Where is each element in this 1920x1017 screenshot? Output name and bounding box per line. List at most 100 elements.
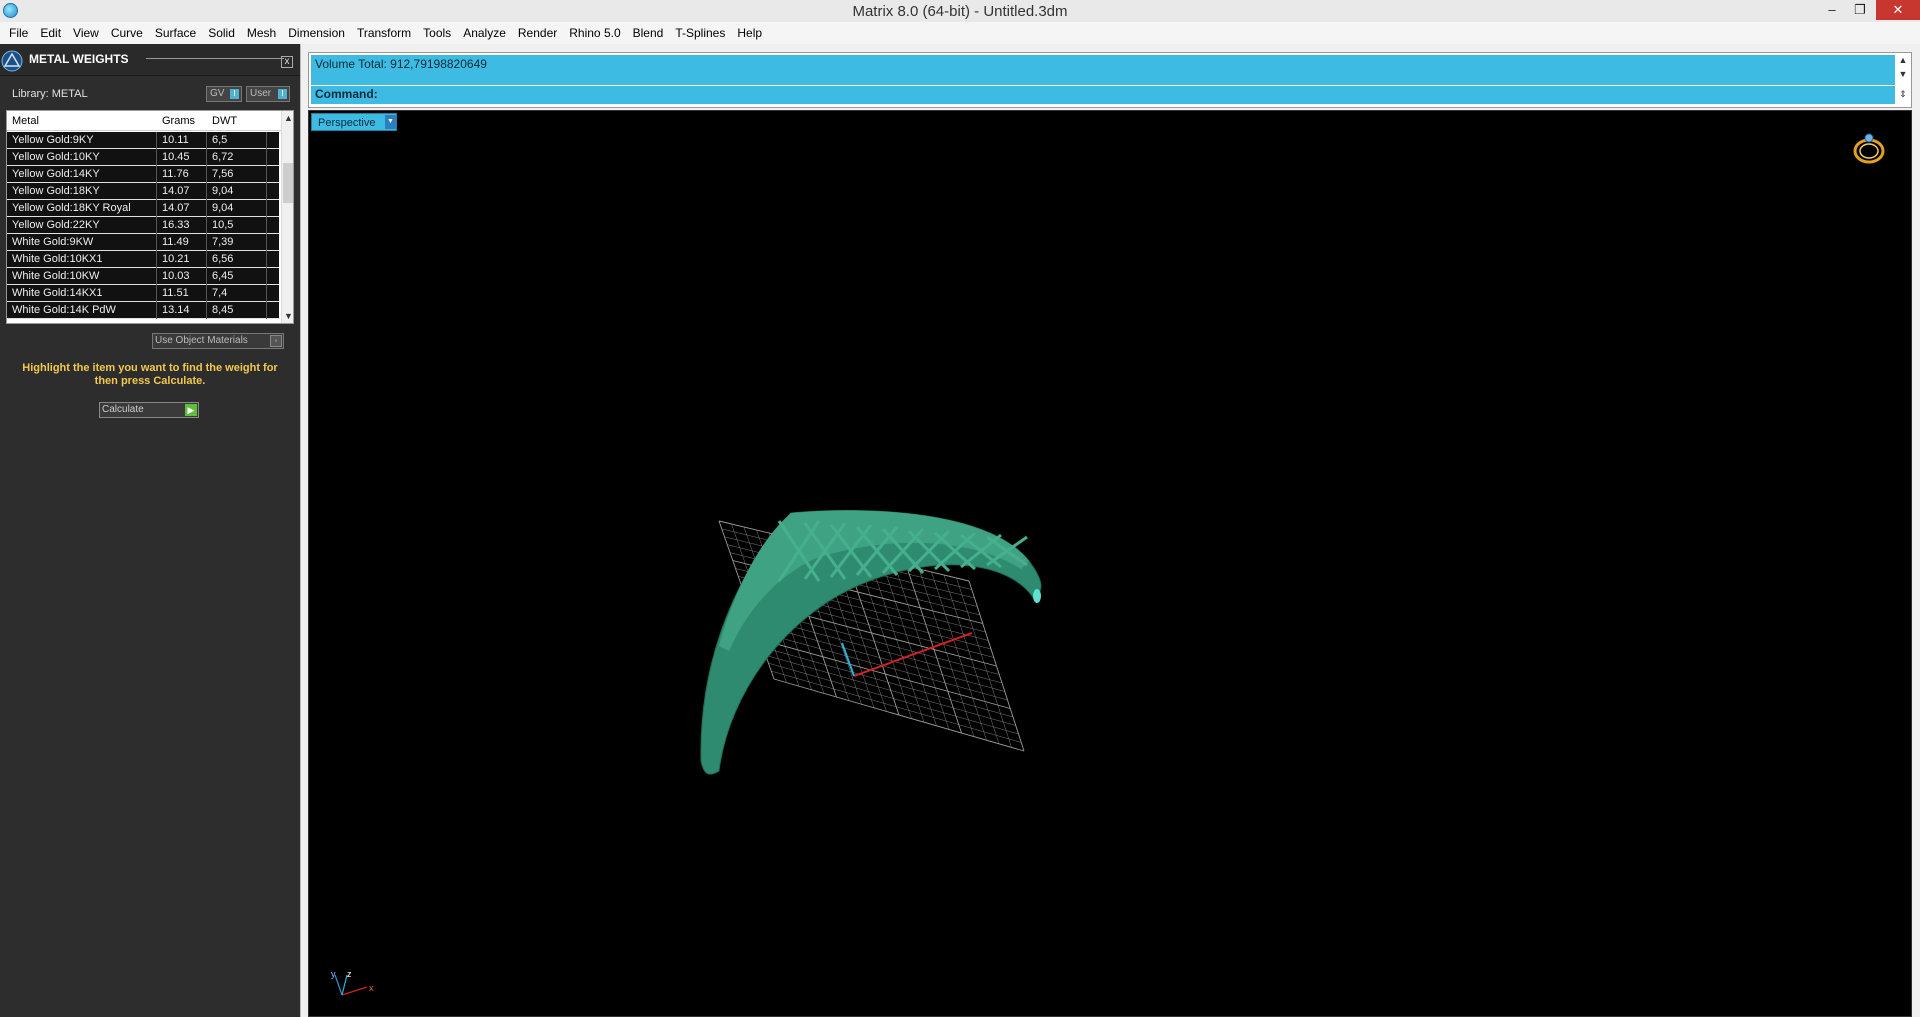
- table-row[interactable]: Yellow Gold:22KY 16.33 10,5: [7, 217, 279, 234]
- viewport-label: Perspective: [318, 117, 376, 129]
- menu-surface[interactable]: Surface: [149, 22, 202, 44]
- window-title: Matrix 8.0 (64-bit) - Untitled.3dm: [852, 3, 1068, 20]
- dwt-cell: 6,72: [207, 149, 267, 166]
- metal-cell: White Gold:10KX1: [7, 251, 157, 268]
- table-header: Metal Grams DWT: [7, 111, 283, 131]
- command-area: Volume Total: 912,79198820649 Command: ▲…: [308, 52, 1912, 108]
- gv-toggle[interactable]: GV I: [206, 86, 242, 102]
- title-bar: Matrix 8.0 (64-bit) - Untitled.3dm – ❐ ✕: [0, 0, 1920, 22]
- ring-view-icon[interactable]: [1849, 129, 1889, 169]
- use-object-materials-label: Use Object Materials: [155, 335, 248, 346]
- world-axis-icon: y z x: [331, 969, 374, 996]
- menu-file[interactable]: File: [3, 22, 34, 44]
- dwt-cell: 10,5: [207, 217, 267, 234]
- column-header-dwt[interactable]: DWT: [212, 115, 237, 127]
- table-row[interactable]: Yellow Gold:18KY Royal 14.07 9,04: [7, 200, 279, 217]
- grid-line: [943, 574, 1000, 744]
- grams-cell: 11.49: [157, 234, 207, 251]
- menu-curve[interactable]: Curve: [105, 22, 149, 44]
- minimize-button[interactable]: –: [1818, 0, 1846, 20]
- grams-cell: 14.07: [157, 183, 207, 200]
- metal-cell: Yellow Gold:18KY Royal: [7, 200, 157, 217]
- grams-cell: 10.03: [157, 268, 207, 285]
- grid-line: [968, 580, 1025, 752]
- close-button[interactable]: ✕: [1876, 0, 1920, 20]
- table-row[interactable]: Yellow Gold:9KY 10.11 6,5: [7, 132, 279, 149]
- table-scrollbar[interactable]: ▲ ▼: [281, 111, 293, 323]
- metal-cell: White Gold:14K PdW: [7, 302, 157, 319]
- dwt-cell: 9,04: [207, 200, 267, 217]
- grid-line: [771, 670, 1022, 743]
- matrix-logo-icon: [1, 50, 23, 72]
- dwt-cell: 7,4: [207, 285, 267, 302]
- scroll-down-icon[interactable]: ▼: [282, 309, 293, 323]
- ring-scene: [700, 509, 1042, 775]
- menu-view[interactable]: View: [67, 22, 105, 44]
- column-header-grams[interactable]: Grams: [162, 115, 195, 127]
- user-toggle[interactable]: User I: [246, 86, 290, 102]
- metal-weights-panel: METAL WEIGHTS x Library: METAL GV I User I…: [0, 44, 300, 1017]
- chevron-down-icon[interactable]: ▼: [385, 115, 396, 129]
- command-prompt[interactable]: Command:: [311, 86, 1895, 104]
- grams-cell: 10.11: [157, 132, 207, 149]
- menu-rhino-5-0[interactable]: Rhino 5.0: [563, 22, 626, 44]
- menu-blend[interactable]: Blend: [627, 22, 670, 44]
- table-row[interactable]: White Gold:10KX1 10.21 6,56: [7, 251, 279, 268]
- table-row[interactable]: Yellow Gold:18KY 14.07 9,04: [7, 183, 279, 200]
- menu-t-splines[interactable]: T-Splines: [669, 22, 731, 44]
- viewport-tab[interactable]: Perspective ▼: [311, 113, 397, 131]
- calculate-button[interactable]: Calculate ▶: [99, 402, 199, 418]
- scroll-up-icon[interactable]: ▲: [282, 111, 293, 125]
- grams-cell: 10.21: [157, 251, 207, 268]
- metal-cell: Yellow Gold:18KY: [7, 183, 157, 200]
- metal-cell: White Gold:14KX1: [7, 285, 157, 302]
- menu-edit[interactable]: Edit: [34, 22, 67, 44]
- panel-title: METAL WEIGHTS: [29, 52, 129, 66]
- menu-bar: File Edit View Curve Surface Solid Mesh Dimensi…: [0, 22, 1920, 44]
- metal-cell: Yellow Gold:10KY: [7, 149, 157, 166]
- toggle-indicator-icon: ◦: [270, 335, 282, 347]
- library-label: Library: METAL: [12, 88, 88, 100]
- history-scroll-up-icon[interactable]: ▲: [1897, 55, 1909, 65]
- table-row[interactable]: White Gold:10KW 10.03 6,45: [7, 268, 279, 285]
- menu-render[interactable]: Render: [512, 22, 563, 44]
- menu-help[interactable]: Help: [731, 22, 768, 44]
- panel-splitter[interactable]: [300, 44, 308, 1017]
- metal-cell: Yellow Gold:14KY: [7, 166, 157, 183]
- panel-close-button[interactable]: x: [281, 56, 293, 68]
- dwt-cell: 7,56: [207, 166, 267, 183]
- command-scroll-icon[interactable]: ⇕: [1897, 89, 1909, 100]
- grams-cell: 11.76: [157, 166, 207, 183]
- play-icon: ▶: [185, 404, 197, 416]
- menu-mesh[interactable]: Mesh: [241, 22, 282, 44]
- user-label: User: [250, 88, 272, 99]
- panel-header: METAL WEIGHTS x: [0, 44, 300, 76]
- table-row[interactable]: Yellow Gold:10KY 10.45 6,72: [7, 149, 279, 166]
- metal-table: Metal Grams DWT Yellow Gold:9KY 10.11 6,5 Y…: [6, 110, 294, 324]
- scroll-thumb[interactable]: [283, 163, 293, 203]
- column-header-metal[interactable]: Metal: [12, 115, 39, 127]
- table-row[interactable]: White Gold:14KX1 11.51 7,4: [7, 285, 279, 302]
- grams-cell: 16.33: [157, 217, 207, 234]
- menu-analyze[interactable]: Analyze: [457, 22, 512, 44]
- menu-transform[interactable]: Transform: [351, 22, 417, 44]
- instruction-text: Highlight the item you want to find the …: [22, 362, 278, 387]
- grid-line: [765, 655, 1016, 726]
- grams-cell: 11.51: [157, 285, 207, 302]
- toggle-indicator-icon: I: [230, 89, 239, 99]
- table-row[interactable]: White Gold:9KW 11.49 7,39: [7, 234, 279, 251]
- dwt-cell: 7,39: [207, 234, 267, 251]
- grams-cell: 10.45: [157, 149, 207, 166]
- x-axis-label: x: [369, 983, 374, 993]
- stone-highlight: [1033, 589, 1041, 603]
- dwt-cell: 6,56: [207, 251, 267, 268]
- perspective-viewport[interactable]: Perspective ▼ y z x: [308, 110, 1912, 1017]
- menu-dimension[interactable]: Dimension: [282, 22, 351, 44]
- use-object-materials-toggle[interactable]: Use Object Materials ◦: [152, 333, 284, 349]
- maximize-button[interactable]: ❐: [1846, 0, 1874, 20]
- menu-solid[interactable]: Solid: [202, 22, 241, 44]
- history-scroll-down-icon[interactable]: ▼: [1897, 69, 1909, 79]
- table-row[interactable]: White Gold:14K PdW 13.14 8,45: [7, 302, 279, 319]
- menu-tools[interactable]: Tools: [417, 22, 457, 44]
- table-row[interactable]: Yellow Gold:14KY 11.76 7,56: [7, 166, 279, 183]
